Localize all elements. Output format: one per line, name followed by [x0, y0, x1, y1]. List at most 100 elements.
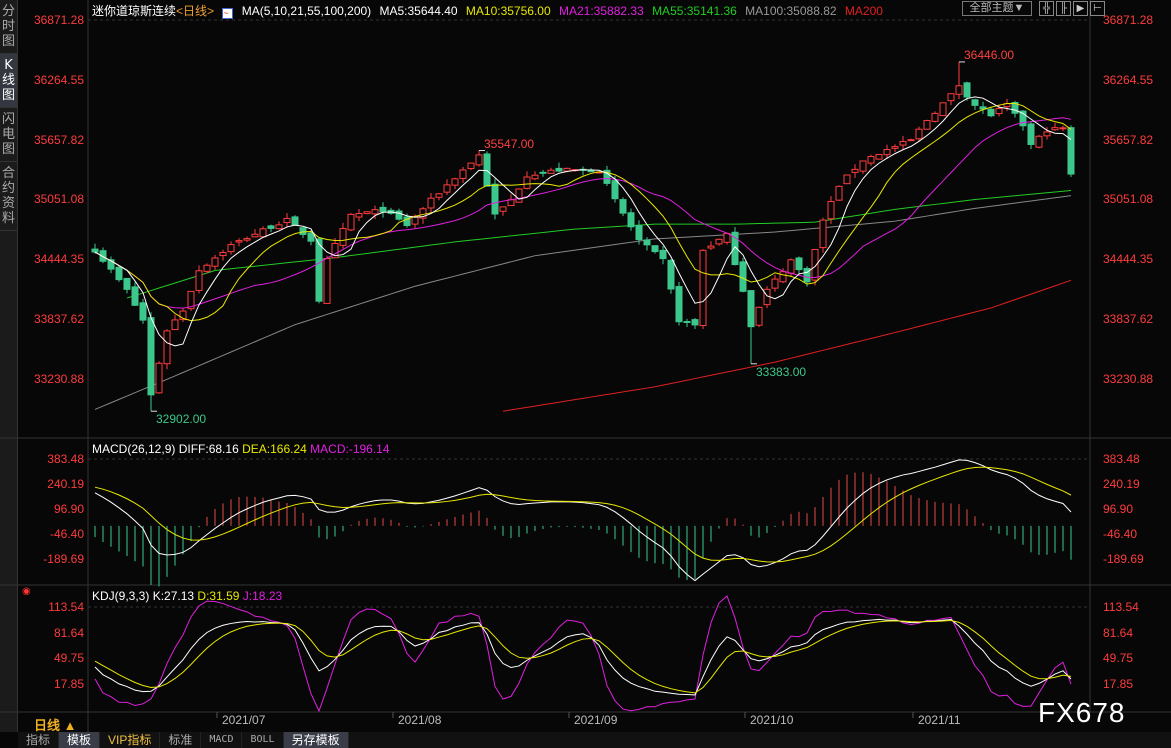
candle-up	[499, 206, 507, 212]
theme-dropdown[interactable]: 全部主题▼	[962, 1, 1032, 16]
candle-up	[531, 174, 539, 180]
price-axis-label-right: 34444.35	[1103, 252, 1154, 267]
macd-dea-line	[94, 466, 1072, 563]
candle-up	[1059, 127, 1067, 130]
candle-down	[635, 224, 643, 241]
high-annotation: 36446.00	[964, 47, 1015, 62]
price-axis-label-left: 36871.28	[33, 13, 84, 27]
candle-up	[203, 264, 211, 272]
kdj-k: K:27.13	[152, 589, 195, 603]
chart-canvas[interactable]	[0, 0, 1171, 732]
ma21-line	[94, 117, 1072, 309]
price-axis-label-left: 36264.55	[33, 72, 84, 87]
candle-up	[467, 162, 475, 169]
tab-vip-indicators[interactable]: VIP指标	[100, 732, 161, 748]
ma5-value: MA5:35644.40	[379, 4, 458, 18]
period-label: <日线>	[176, 4, 215, 18]
candle-up	[451, 178, 459, 186]
ma200-line	[502, 279, 1072, 412]
short-moving-averages	[94, 96, 1072, 347]
price-axis-label-left: 35657.82	[33, 132, 84, 147]
low-annotation: 32902.00	[156, 412, 207, 427]
candle-up	[475, 154, 483, 166]
candle-up	[707, 245, 715, 249]
candle-up	[819, 219, 827, 249]
candle-down	[651, 245, 659, 253]
price-axis-label-right: 35051.08	[1103, 192, 1154, 207]
candle-down	[627, 212, 635, 228]
ma55-line	[126, 190, 1072, 299]
macd-axis-label-left: -46.40	[49, 526, 84, 541]
kdj-legend: KDJ(9,3,3) K:27.13 D:31.59 J:18.23	[92, 589, 282, 603]
candle-up	[363, 211, 371, 215]
kdj-axis-label-left: 17.85	[53, 677, 84, 691]
price-axis-label-right: 35657.82	[1103, 132, 1154, 147]
ma21-value: MA21:35882.33	[558, 4, 644, 18]
ma10-line	[94, 102, 1072, 322]
candle-down	[491, 183, 499, 215]
macd-diff-line	[94, 459, 1072, 582]
tab-standard[interactable]: 标准	[160, 732, 202, 748]
candle-up	[779, 271, 787, 283]
candle-down	[611, 180, 619, 200]
candle-up	[355, 213, 363, 218]
candle-up	[227, 244, 235, 253]
candle-down	[795, 257, 803, 271]
candle-down	[739, 261, 747, 292]
ma55-value: MA55:35141.36	[652, 4, 737, 18]
tab-indicators[interactable]: 指标	[18, 732, 60, 748]
date-label: 2021/09	[574, 713, 618, 727]
candle-up	[715, 238, 723, 245]
candle-up	[891, 146, 899, 149]
candle-up	[259, 228, 267, 238]
tab-boll[interactable]: BOLL	[242, 732, 284, 748]
candle-down	[963, 82, 971, 98]
grid-lines	[0, 0, 1171, 732]
candle-up	[843, 174, 851, 185]
candle-up	[771, 278, 779, 289]
ma100-value: MA100:35088.82	[745, 4, 837, 18]
candle-up	[811, 248, 819, 281]
zoom-in-icon[interactable]: ╟	[1056, 1, 1071, 16]
candle-up	[219, 251, 227, 257]
kdj-j: J:18.23	[242, 589, 283, 603]
date-label: 2021/08	[398, 713, 442, 727]
candle-down	[139, 302, 147, 321]
candle-up	[163, 330, 171, 365]
macd-axis-label-right: 240.19	[1103, 476, 1140, 491]
macd-value: MACD:-196.14	[310, 442, 390, 456]
candle-down	[1067, 127, 1075, 175]
candle-down	[667, 259, 675, 290]
price-axis-label-left: 35051.08	[33, 192, 84, 207]
crosshair-icon[interactable]: ╬	[1039, 1, 1054, 16]
kdj-panel	[94, 595, 1072, 713]
candle-up	[939, 102, 947, 117]
step-forward-icon[interactable]: ▶	[1073, 1, 1088, 16]
price-axis-label-right: 33230.88	[1103, 371, 1154, 386]
candle-up	[155, 362, 163, 394]
candle-up	[275, 224, 283, 230]
candle-up	[835, 185, 843, 201]
ma100-line	[94, 195, 1072, 410]
candle-up	[995, 108, 1003, 115]
candle-up	[523, 176, 531, 189]
macd-panel	[94, 459, 1072, 587]
tab-macd[interactable]: MACD	[201, 732, 243, 748]
candle-down	[555, 167, 563, 172]
kdj-axis-label-left: 81.64	[53, 625, 84, 640]
candle-down	[299, 227, 307, 235]
candle-up	[235, 240, 243, 243]
kdj-settings-icon[interactable]: ◉	[22, 586, 31, 597]
ma200-value: MA200	[844, 4, 883, 18]
candle-up	[907, 139, 915, 142]
candle-up	[547, 169, 555, 174]
kdj-d-line	[94, 620, 1072, 694]
candle-up	[923, 120, 931, 130]
candlesticks	[91, 61, 1075, 412]
kdj-j-line	[94, 595, 1072, 713]
tab-save-template[interactable]: 另存模板	[283, 732, 349, 748]
price-axis-label-left: 34444.35	[33, 252, 84, 267]
kdj-axis-label-right: 49.75	[1103, 651, 1134, 666]
ma-chart-icon[interactable]: ~	[222, 8, 234, 19]
tab-templates[interactable]: 模板	[59, 732, 101, 748]
